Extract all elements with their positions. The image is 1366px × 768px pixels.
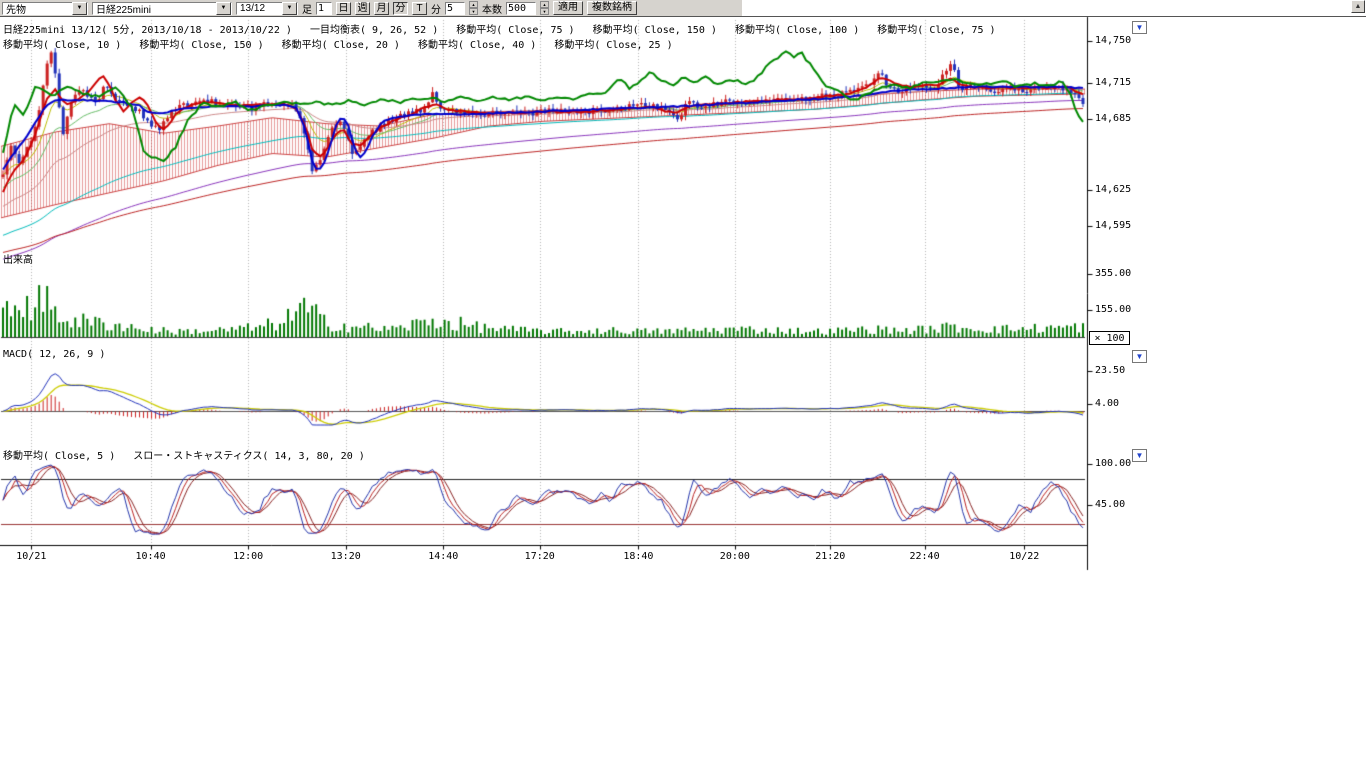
stochastics-panel-dropdown-icon[interactable]: ▼: [1132, 449, 1147, 462]
chart-canvas[interactable]: [0, 0, 1366, 768]
price-panel-dropdown-icon[interactable]: ▼: [1132, 21, 1147, 34]
macd-panel-dropdown-icon[interactable]: ▼: [1132, 350, 1147, 363]
